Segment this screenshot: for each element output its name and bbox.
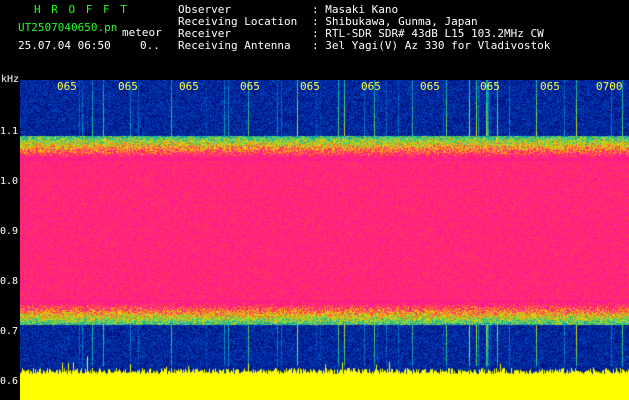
y-tick-label: 0.8 [0,276,19,287]
x-tick-label: 065 [179,80,199,93]
antenna-label: Receiving Antenna [178,39,291,52]
x-tick-label: 065 [240,80,260,93]
y-tick-label: 1.0 [0,176,19,187]
file-name: UT2507040650.pn [18,21,118,34]
waterfall-canvas [20,80,629,400]
axis-unit: kHz [1,74,20,85]
x-tick-label: 065 [540,80,560,93]
y-tick-label: 1.1 [0,126,19,137]
count-label: 0.. [140,39,160,52]
x-tick-label: 065 [300,80,320,93]
x-tick-label: 065 [118,80,138,93]
antenna-value: : 3el Yagi(V) Az 330 for Vladivostok [312,39,551,52]
y-tick-label: 0.9 [0,226,19,237]
x-tick-label: 065 [57,80,77,93]
x-tick-label: 065 [361,80,381,93]
x-tick-label: 0700 [596,80,623,93]
datetime: 25.07.04 06:50 [18,39,111,52]
y-tick-label: 0.7 [0,326,19,337]
x-tick-label: 065 [480,80,500,93]
y-tick-label: 0.6 [0,376,19,387]
waterfall-plot [20,80,629,400]
x-tick-label: 065 [420,80,440,93]
mode-label: meteor [122,26,162,39]
app-brand: H R O F F T [34,3,129,16]
